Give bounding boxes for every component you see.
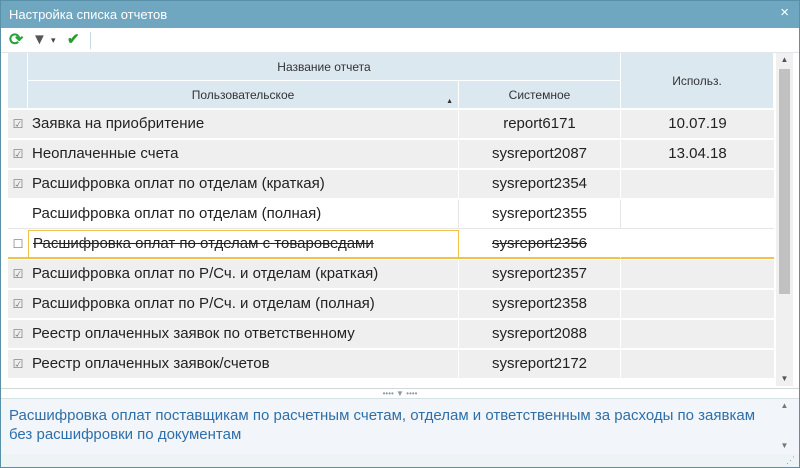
row-checkbox[interactable]: ☐ (8, 230, 28, 258)
report-description: Расшифровка оплат поставщикам по расчетн… (9, 407, 756, 443)
table-row[interactable]: ☑ Реестр оплаченных заявок/счетов sysrep… (8, 350, 774, 379)
row-checkbox[interactable]: ☑ (8, 260, 28, 288)
row-system-name[interactable]: sysreport2087 (459, 140, 621, 168)
table-row[interactable]: Расшифровка оплат по отделам (полная) sy… (8, 200, 774, 229)
panel-splitter[interactable]: •••• ▼ •••• (1, 388, 799, 398)
scrollbar-thumb[interactable] (779, 69, 790, 294)
scroll-up-icon[interactable]: ▲ (776, 53, 793, 67)
row-system-name[interactable]: sysreport2357 (459, 260, 621, 288)
row-used-date[interactable] (621, 200, 774, 228)
row-used-date[interactable] (621, 260, 774, 288)
description-scrollbar[interactable]: ▲ ▼ (776, 399, 793, 455)
header-used[interactable]: Использ. (621, 53, 774, 109)
row-used-date[interactable]: 10.07.19 (621, 110, 774, 138)
header-custom-name[interactable]: Пользовательское ▲ (28, 81, 459, 109)
row-system-name[interactable]: sysreport2172 (459, 350, 621, 378)
title-bar: Настройка списка отчетов × (1, 1, 799, 28)
row-system-name[interactable]: sysreport2088 (459, 320, 621, 348)
row-system-name[interactable]: report6171 (459, 110, 621, 138)
row-system-name[interactable]: sysreport2358 (459, 290, 621, 318)
row-custom-name[interactable]: Расшифровка оплат по отделам (краткая) (28, 170, 459, 198)
table-row[interactable]: ☑ Расшифровка оплат по Р/Сч. и отделам (… (8, 260, 774, 289)
row-used-date[interactable] (621, 290, 774, 318)
table-row[interactable]: ☑ Заявка на приобритение report6171 10.0… (8, 110, 774, 139)
report-list-settings-window: Настройка списка отчетов × ⟳ ▼ ▾ ✔ Назва… (0, 0, 800, 468)
row-custom-name[interactable]: Заявка на приобритение (28, 110, 459, 138)
row-checkbox[interactable]: ☑ (8, 350, 28, 378)
toolbar-separator (90, 32, 91, 49)
row-used-date[interactable]: 13.04.18 (621, 140, 774, 168)
status-bar: ⋰ (1, 454, 799, 467)
apply-check-icon[interactable]: ✔ (67, 30, 80, 50)
row-custom-name[interactable]: Реестр оплаченных заявок по ответственно… (28, 320, 459, 348)
row-used-date[interactable] (621, 170, 774, 198)
table-row[interactable]: ☑ Неоплаченные счета sysreport2087 13.04… (8, 140, 774, 169)
row-used-date[interactable] (621, 350, 774, 378)
header-custom-name-label: Пользовательское (191, 87, 295, 102)
header-checkbox-column (8, 53, 28, 109)
row-checkbox[interactable]: ☑ (8, 110, 28, 138)
row-checkbox[interactable]: ☑ (8, 140, 28, 168)
header-report-name-group: Название отчета (28, 53, 621, 81)
filter-dropdown-icon[interactable]: ▾ (51, 30, 56, 50)
reports-table: Название отчета Пользовательское ▲ Систе… (8, 53, 774, 386)
desc-scroll-down-icon[interactable]: ▼ (776, 441, 793, 453)
scroll-down-icon[interactable]: ▼ (776, 372, 793, 386)
row-custom-name[interactable]: Расшифровка оплат по отделам с товаровед… (28, 230, 459, 258)
desc-scroll-up-icon[interactable]: ▲ (776, 401, 793, 413)
row-custom-name[interactable]: Расшифровка оплат по Р/Сч. и отделам (кр… (28, 260, 459, 288)
sort-ascending-icon: ▲ (446, 98, 453, 105)
table-row-selected[interactable]: ☐ Расшифровка оплат по отделам с товаров… (8, 230, 774, 259)
toolbar: ⟳ ▼ ▾ ✔ (1, 28, 799, 53)
filter-icon[interactable]: ▼ (32, 30, 47, 50)
row-custom-name[interactable]: Неоплаченные счета (28, 140, 459, 168)
row-system-name[interactable]: sysreport2354 (459, 170, 621, 198)
row-system-name[interactable]: sysreport2355 (459, 200, 621, 228)
refresh-icon[interactable]: ⟳ (9, 30, 23, 50)
resize-grip-icon[interactable]: ⋰ (786, 455, 795, 466)
row-custom-name[interactable]: Расшифровка оплат по отделам (полная) (28, 200, 459, 228)
table-row[interactable]: ☑ Расшифровка оплат по отделам (краткая)… (8, 170, 774, 199)
row-checkbox[interactable]: ☑ (8, 170, 28, 198)
window-title: Настройка списка отчетов (9, 7, 168, 22)
row-system-name[interactable]: sysreport2356 (459, 230, 621, 258)
description-panel: Расшифровка оплат поставщикам по расчетн… (1, 398, 799, 454)
row-checkbox[interactable]: ☑ (8, 290, 28, 318)
row-checkbox[interactable] (8, 200, 28, 228)
table-vertical-scrollbar[interactable]: ▲ ▼ (776, 53, 793, 386)
table-row[interactable]: ☑ Реестр оплаченных заявок по ответствен… (8, 320, 774, 349)
table-row[interactable]: ☑ Расшифровка оплат по Р/Сч. и отделам (… (8, 290, 774, 319)
close-icon[interactable]: × (780, 4, 789, 21)
row-custom-name[interactable]: Реестр оплаченных заявок/счетов (28, 350, 459, 378)
row-checkbox[interactable]: ☑ (8, 320, 28, 348)
header-system-name[interactable]: Системное (459, 81, 621, 109)
row-used-date[interactable] (621, 320, 774, 348)
row-custom-name[interactable]: Расшифровка оплат по Р/Сч. и отделам (по… (28, 290, 459, 318)
row-used-date[interactable] (621, 230, 774, 258)
